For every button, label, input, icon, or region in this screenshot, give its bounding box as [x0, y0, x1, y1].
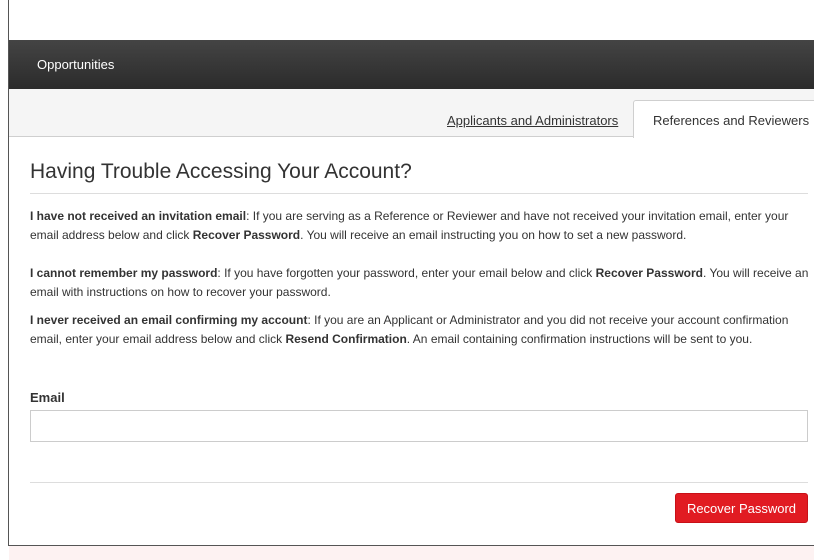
help-paragraph-confirmation: I never received an email confirming my … [30, 311, 810, 349]
help-text: . An email containing confirmation instr… [406, 332, 753, 346]
help-action-name: Recover Password [192, 228, 301, 242]
page-title: Having Trouble Accessing Your Account? [30, 160, 412, 183]
top-navbar: Opportunities [9, 40, 814, 89]
help-action-name: Recover Password [595, 266, 703, 280]
help-action-name: Resend Confirmation [285, 332, 407, 346]
help-paragraph-password: I cannot remember my password: If you ha… [30, 264, 810, 302]
nav-opportunities-link[interactable]: Opportunities [37, 57, 114, 72]
tab-references-reviewers-label: References and Reviewers [653, 113, 810, 128]
help-text: . You will receive an email instructing … [300, 228, 687, 242]
tab-applicants-administrators[interactable]: Applicants and Administrators [447, 113, 618, 128]
help-heading: I have not received an invitation email [30, 209, 247, 223]
form-divider [30, 482, 808, 483]
tab-references-reviewers[interactable]: References and Reviewers [633, 100, 814, 138]
help-heading: I cannot remember my password [30, 266, 218, 280]
help-heading: I never received an email confirming my … [30, 313, 308, 327]
tab-strip: Applicants and Administrators References… [9, 89, 814, 138]
help-paragraph-invitation: I have not received an invitation email:… [30, 207, 810, 245]
help-text: : If you have forgotten your password, e… [217, 266, 596, 280]
page-bottom-band [9, 546, 814, 560]
recover-password-button[interactable]: Recover Password [675, 493, 808, 523]
email-label: Email [30, 390, 65, 405]
title-divider [30, 193, 808, 194]
email-field[interactable] [30, 410, 808, 442]
